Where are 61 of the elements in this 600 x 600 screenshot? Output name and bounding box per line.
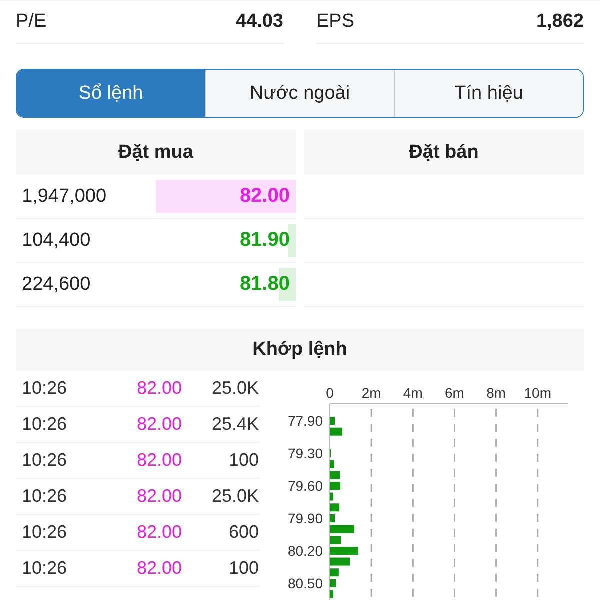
time-cell-text: 10:26 [21, 378, 68, 399]
axis-tick-label: 80.20 [288, 542, 323, 559]
axis-tick-label: 79.30 [288, 446, 323, 462]
tab[interactable]: Sổ lệnh [17, 70, 205, 117]
stat-label: EPS [316, 11, 355, 33]
axis-tick-label: 79.60 [288, 478, 323, 494]
bar [330, 460, 334, 468]
price-cell-text: 82.00 [136, 558, 182, 579]
time-cell-text: 10:26 [21, 522, 68, 543]
volume-cell-text: 100 [228, 558, 259, 579]
bar [330, 568, 339, 577]
bar [330, 590, 334, 598]
column-header: Đặt bán [304, 130, 584, 175]
axis-tick-label: 6m [445, 385, 464, 401]
time-cell-text: 10:26 [21, 486, 68, 507]
stat-label: P/E [16, 11, 47, 33]
volume-cell-text: 25.4K [210, 414, 259, 435]
bar [330, 504, 340, 512]
volume-cell: 1,947,000 [22, 186, 107, 208]
price-cell-text: 82.00 [136, 522, 182, 543]
bar [330, 492, 334, 501]
bar [330, 525, 354, 534]
price-cell: 82.00 [240, 185, 290, 208]
bar [330, 471, 340, 480]
tab[interactable]: Nước ngoài [205, 70, 394, 117]
bar [330, 482, 340, 490]
price-cell: 81.90 [240, 229, 290, 252]
volume-cell: 224,600 [22, 274, 91, 296]
axis-tick-label: 10m [524, 385, 552, 401]
time-cell-text: 10:26 [21, 450, 68, 471]
price-cell-text: 82.00 [136, 486, 182, 507]
price-cell-text: 82.00 [136, 378, 182, 399]
time-cell-text: 10:26 [21, 558, 68, 579]
bar [330, 558, 350, 566]
axis-tick-label: 77.90 [288, 413, 323, 429]
volume-cell-text: 600 [228, 522, 259, 543]
bar [330, 417, 335, 425]
volume-cell-text: 100 [228, 450, 259, 471]
bar [330, 514, 335, 522]
price-cell-text: 82.00 [136, 450, 182, 471]
axis-tick-label: 8m [486, 385, 506, 401]
axis-tick-label: 80.50 [288, 575, 323, 592]
stat-value: 1,862 [536, 11, 584, 33]
time-cell-text: 10:26 [21, 414, 68, 435]
bar [330, 428, 342, 436]
axis-tick-label: 4m [403, 385, 423, 401]
bar [330, 546, 358, 555]
stat-value: 44.03 [236, 11, 284, 33]
volume-cell: 104,400 [22, 230, 91, 252]
bar [330, 536, 342, 544]
column-header: Đặt mua [16, 130, 296, 175]
volume-cell-text: 25.0K [210, 378, 259, 399]
tab[interactable]: Tín hiệu [394, 70, 583, 117]
volume-cell-text: 25.0K [210, 486, 259, 507]
axis-tick-label: 0 [326, 385, 334, 401]
bar [330, 579, 336, 588]
price-cell: 81.80 [240, 273, 290, 296]
axis-tick-label: 79.90 [288, 510, 323, 526]
price-cell-text: 82.00 [136, 414, 182, 435]
section-header: Khớp lệnh [16, 329, 584, 371]
axis-tick-label: 2m [362, 385, 382, 401]
